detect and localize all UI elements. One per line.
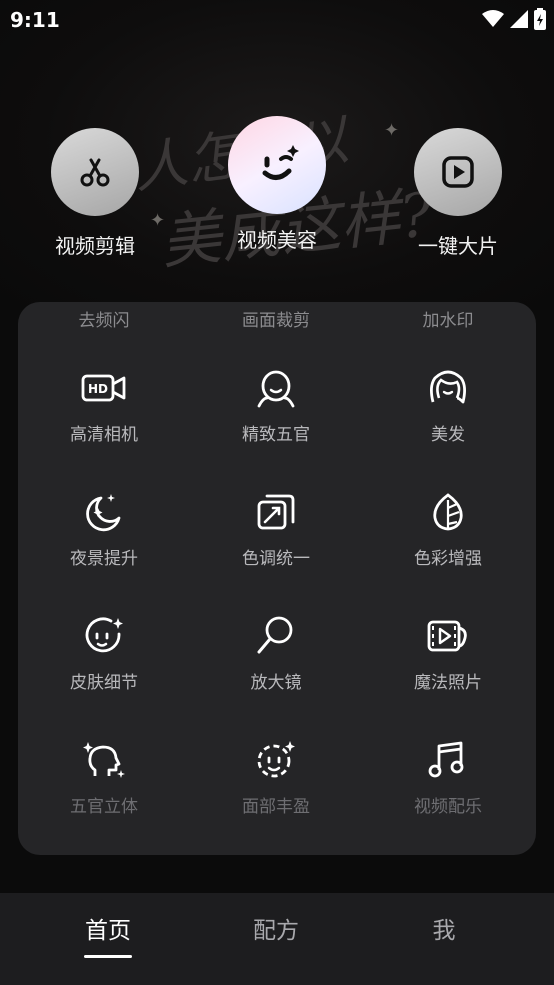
tool-label: 视频配乐	[414, 797, 482, 817]
tab-home-label: 首页	[85, 918, 131, 944]
status-icons	[482, 8, 546, 30]
tool-label: 皮肤细节	[70, 673, 138, 693]
music-note-icon	[428, 741, 464, 778]
face-outline-icon	[257, 370, 295, 408]
status-bar: 9:11	[0, 0, 554, 40]
tab-recipes-label: 配方	[253, 918, 299, 944]
dashed-face-icon	[257, 741, 295, 778]
color-sync-icon	[257, 494, 295, 530]
tool-hair[interactable]: 美发	[362, 368, 534, 478]
tool-label: 夜景提升	[70, 549, 138, 569]
one-click-film-button[interactable]	[414, 128, 502, 216]
hair-icon	[430, 370, 466, 404]
video-edit-label: 视频剪辑	[55, 234, 135, 258]
tools-panel: 去频闪 画面裁剪 加水印 HD 高清相机 精致五官 美发 夜景提升 色调统一 色…	[18, 302, 536, 855]
video-edit-button[interactable]	[51, 128, 139, 216]
skin-sparkle-icon	[85, 617, 123, 653]
magnifier-icon	[257, 616, 293, 654]
tool-tone-unify[interactable]: 色调统一	[190, 492, 362, 602]
wifi-icon	[482, 10, 504, 27]
tab-me[interactable]: 我	[384, 911, 504, 945]
tool-hd-camera[interactable]: HD 高清相机	[18, 368, 190, 478]
leaf-color-icon	[433, 493, 463, 531]
one-click-film-action[interactable]: 一键大片	[383, 128, 533, 259]
video-beauty-button[interactable]	[228, 116, 326, 214]
moon-sparkle-icon	[86, 494, 121, 532]
tool-3d-features[interactable]: 五官立体	[18, 740, 190, 850]
tool-label: 魔法照片	[414, 673, 482, 693]
tool-color-boost[interactable]: 色彩增强	[362, 492, 534, 602]
tab-me-label: 我	[432, 918, 456, 944]
head-sparkle-icon	[83, 742, 125, 778]
tool-night-enhance[interactable]: 夜景提升	[18, 492, 190, 602]
tool-crop-label[interactable]: 画面裁剪	[190, 306, 362, 331]
video-edit-action[interactable]: 视频剪辑	[20, 128, 170, 259]
tool-deflicker-label[interactable]: 去频闪	[18, 306, 190, 331]
battery-icon	[534, 8, 546, 30]
video-beauty-action[interactable]: 视频美容	[202, 116, 352, 253]
status-time: 9:11	[10, 8, 60, 32]
tool-label: 色调统一	[242, 549, 310, 569]
hd-camera-icon: HD	[81, 374, 126, 402]
tab-home[interactable]: 首页	[48, 911, 168, 958]
signal-icon	[510, 10, 528, 28]
tool-watermark-label[interactable]: 加水印	[362, 306, 534, 331]
tool-face-fill[interactable]: 面部丰盈	[190, 740, 362, 850]
tool-label: 美发	[431, 425, 465, 445]
tool-label: 精致五官	[242, 425, 310, 445]
play-icon	[442, 156, 474, 188]
tool-magic-photo[interactable]: 魔法照片	[362, 616, 534, 726]
tool-label: 色彩增强	[414, 549, 482, 569]
tab-recipes[interactable]: 配方	[216, 911, 336, 945]
tool-refine-features[interactable]: 精致五官	[190, 368, 362, 478]
tool-skin-detail[interactable]: 皮肤细节	[18, 616, 190, 726]
scissors-icon	[80, 158, 110, 187]
bottom-nav: 首页 配方 我	[0, 893, 554, 985]
tool-label: 面部丰盈	[242, 797, 310, 817]
one-click-film-label: 一键大片	[418, 234, 498, 258]
video-beauty-label: 视频美容	[237, 228, 317, 252]
tool-label: 五官立体	[70, 797, 138, 817]
tool-label: 放大镜	[250, 673, 302, 693]
wink-face-icon	[262, 145, 299, 180]
active-tab-indicator	[84, 955, 132, 958]
magic-photo-icon	[427, 620, 467, 652]
svg-text:HD: HD	[88, 382, 108, 396]
tool-label: 高清相机	[70, 425, 138, 445]
tool-video-music[interactable]: 视频配乐	[362, 740, 534, 850]
tool-magnifier[interactable]: 放大镜	[190, 616, 362, 726]
